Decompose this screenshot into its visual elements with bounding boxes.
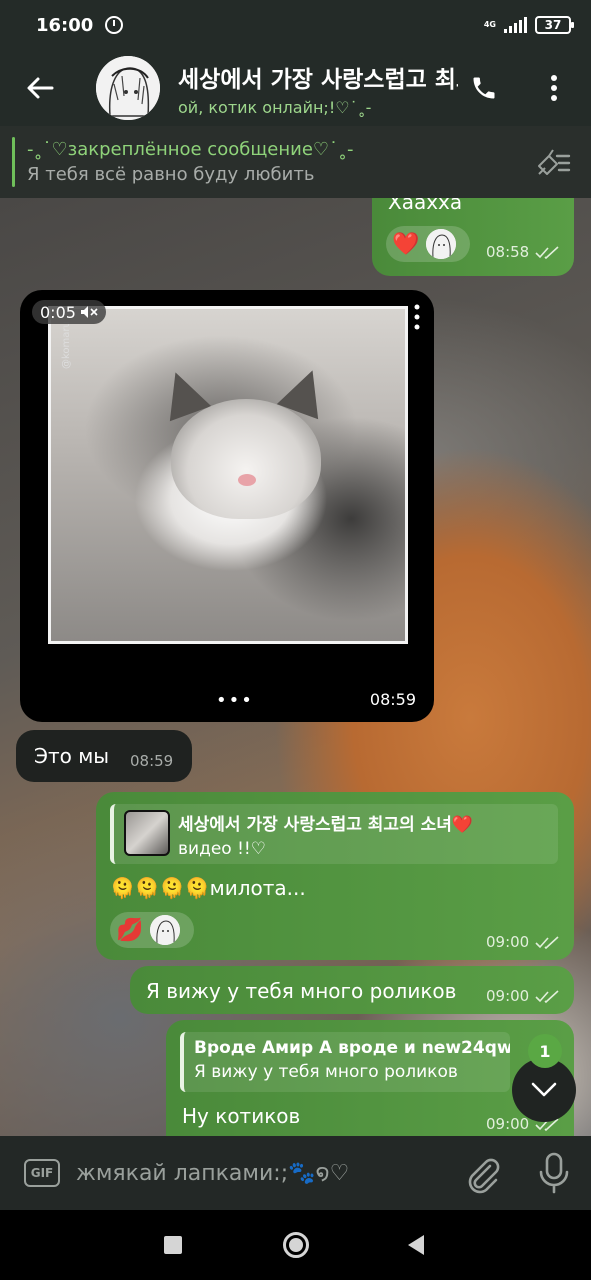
message-input[interactable]: жмякай лапками:;🐾໑♡: [76, 1161, 446, 1186]
reaction-chip[interactable]: 💋: [110, 912, 194, 948]
more-vertical-icon[interactable]: [414, 304, 420, 330]
reply-author: Вроде Амир А вроде и new24qwe: [194, 1038, 510, 1058]
reply-text: Я вижу у тебя много роликов: [194, 1062, 458, 1082]
anime-girl-avatar-icon: [150, 915, 180, 945]
message-time: 08:59: [130, 752, 174, 770]
video-progress-dots: •••: [216, 690, 254, 711]
gif-button[interactable]: GIF: [24, 1159, 60, 1187]
signal-icon: [504, 17, 527, 33]
reply-thumbnail: [124, 810, 170, 856]
pinned-title: -˳˙♡закреплённое сообщение♡˙˳-: [27, 139, 354, 160]
message-text: Ну котиков: [182, 1104, 301, 1128]
system-nav-bar: [0, 1210, 591, 1280]
reply-quote[interactable]: 세상에서 가장 사랑스럽고 최고의 소녀❤️ видео !!♡: [110, 804, 558, 864]
reactor-avatar: [150, 915, 180, 945]
chat-messages[interactable]: Хааxха ❤️ 08:58 @komaru 0:05 ••• 08:59 Э…: [0, 198, 591, 1136]
message-meta: 09:00: [486, 932, 561, 951]
alarm-icon: [105, 16, 124, 34]
reply-author: 세상에서 가장 사랑스럽고 최고의 소녀❤️: [178, 815, 474, 835]
network-type: 4G: [483, 20, 496, 29]
avatar[interactable]: [96, 56, 160, 120]
message-time: 08:59: [369, 690, 416, 709]
battery-icon: 37: [535, 16, 574, 34]
kiss-reaction: 💋: [116, 917, 144, 943]
message-text: Я вижу у тебя много роликов: [146, 979, 457, 1003]
double-check-icon: [535, 935, 559, 949]
reaction-chip[interactable]: ❤️: [386, 226, 470, 262]
chat-status: ой, котик онлайн;!♡˙˳-: [178, 97, 372, 117]
system-back-button[interactable]: [408, 1235, 424, 1255]
message-meta: 09:00: [486, 986, 561, 1005]
message-time: 09:00: [486, 1115, 530, 1133]
double-check-icon: [535, 245, 559, 259]
video-watermark: @komaru: [61, 321, 72, 369]
video-thumbnail[interactable]: @komaru: [48, 306, 408, 644]
message-time: 09:00: [486, 987, 530, 1005]
back-button[interactable]: [0, 50, 80, 126]
chat-header: 세상에서 가장 사랑스럽고 최고의 소녀❤️ ой, котик онлайн;…: [0, 50, 591, 126]
chevron-down-icon: [531, 1082, 557, 1097]
pinned-message: Я тебя всё равно буду любить: [27, 164, 315, 185]
microphone-icon[interactable]: [536, 1152, 572, 1194]
arrow-left-icon: [27, 77, 54, 99]
reply-text: видео !!♡: [178, 839, 266, 859]
message-text: Это мы: [34, 744, 110, 768]
cat-image: [238, 474, 256, 486]
message-text: 🫠🫠🫠🫠милота...: [110, 876, 306, 900]
message-meta: 08:58: [486, 242, 561, 261]
pinned-message-bar[interactable]: -˳˙♡закреплённое сообщение♡˙˳- Я тебя вс…: [0, 126, 591, 198]
message-outgoing[interactable]: Хааxха ❤️ 08:58: [372, 198, 574, 276]
status-right: 4G 37: [483, 16, 574, 34]
mute-icon: [80, 306, 98, 318]
status-bar: 16:00 4G 37: [0, 0, 591, 50]
recent-apps-button[interactable]: [164, 1236, 182, 1254]
unread-badge[interactable]: 1: [528, 1034, 562, 1068]
message-incoming[interactable]: Это мы 08:59: [16, 730, 192, 782]
paperclip-icon[interactable]: [462, 1154, 502, 1194]
message-outgoing[interactable]: Я вижу у тебя много роликов 09:00: [130, 966, 574, 1014]
chat-title: 세상에서 가장 사랑스럽고 최고의 소녀❤️: [178, 66, 458, 93]
status-time: 16:00: [36, 14, 94, 36]
reactor-avatar: [426, 229, 456, 259]
pinned-indicator: [12, 137, 15, 187]
duration-text: 0:05: [40, 302, 76, 322]
call-button[interactable]: [462, 66, 506, 110]
more-menu-button[interactable]: [536, 66, 572, 110]
message-input-bar: GIF жмякай лапками:;🐾໑♡: [0, 1136, 591, 1210]
message-text: Хааxха: [388, 198, 463, 214]
video-duration[interactable]: 0:05: [32, 300, 106, 324]
message-outgoing[interactable]: Вроде Амир А вроде и new24qwe Я вижу у т…: [166, 1020, 574, 1136]
message-outgoing[interactable]: 세상에서 가장 사랑스럽고 최고의 소녀❤️ видео !!♡ 🫠🫠🫠🫠мил…: [96, 792, 574, 960]
video-message[interactable]: @komaru 0:05 ••• 08:59: [20, 290, 434, 722]
phone-icon: [473, 77, 495, 99]
cat-image: [171, 399, 321, 519]
anime-girl-avatar-icon: [426, 229, 456, 259]
pinned-text: -˳˙♡закреплённое сообщение♡˙˳- Я тебя вс…: [27, 139, 354, 185]
heart-reaction: ❤️: [392, 231, 420, 257]
reply-quote[interactable]: Вроде Амир А вроде и new24qwe Я вижу у т…: [180, 1032, 510, 1092]
battery-level: 37: [544, 18, 562, 32]
message-time: 08:58: [486, 243, 530, 261]
message-time: 09:00: [486, 933, 530, 951]
anime-girl-avatar-icon: [96, 56, 160, 120]
chat-title-block[interactable]: 세상에서 가장 사랑스럽고 최고의 소녀❤️ ой, котик онлайн;…: [178, 60, 458, 117]
double-check-icon: [535, 989, 559, 1003]
pin-list-icon[interactable]: [535, 146, 571, 178]
home-button[interactable]: [283, 1232, 309, 1258]
more-vertical-icon: [551, 75, 557, 101]
